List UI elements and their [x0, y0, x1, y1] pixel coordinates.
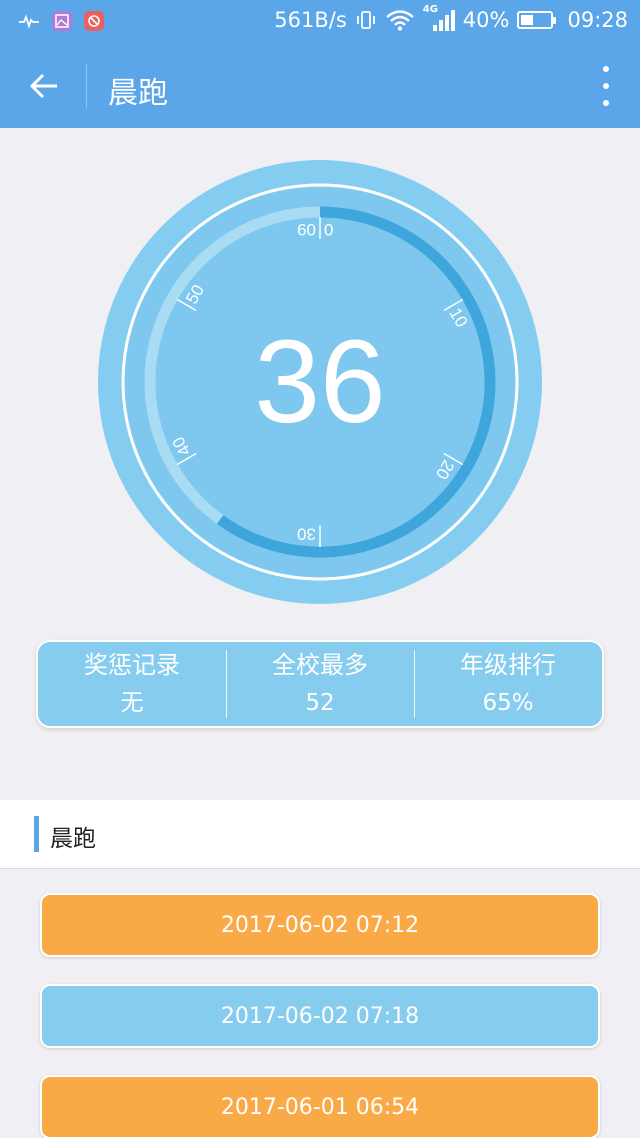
stat-value: 无	[120, 690, 144, 716]
system-status: 561B/s 4G 40% 09:28	[274, 4, 628, 32]
record-item[interactable]: 2017-06-02 07:18	[40, 984, 600, 1048]
record-time: 2017-06-01 06:54	[220, 1094, 420, 1120]
more-menu-button[interactable]	[596, 66, 616, 106]
stat-value: 65%	[482, 690, 534, 716]
gauge-tick-label: 0	[324, 221, 333, 240]
clock: 09:28	[567, 8, 628, 32]
notification-icons	[18, 11, 104, 31]
gallery-app-icon	[52, 11, 72, 31]
section-header: 晨跑	[0, 800, 640, 869]
gauge-value: 36	[254, 316, 385, 448]
stat-label: 全校最多	[272, 651, 368, 679]
record-item[interactable]: 2017-06-01 06:54	[40, 1075, 600, 1138]
battery-icon	[517, 11, 557, 29]
more-vertical-icon	[603, 66, 609, 72]
page-title: 晨跑	[108, 76, 168, 111]
stats-card: 奖惩记录 无 全校最多 52 年级排行 65%	[36, 640, 604, 728]
section-title: 晨跑	[50, 826, 96, 852]
record-time: 2017-06-02 07:12	[220, 912, 420, 938]
vibrate-icon	[356, 11, 375, 29]
stat-label: 年级排行	[460, 651, 556, 679]
status-bar: 561B/s 4G 40% 09:28	[0, 0, 640, 44]
record-item[interactable]: 2017-06-02 07:12	[40, 893, 600, 957]
toolbar-divider	[86, 64, 87, 108]
arrow-left-icon	[29, 73, 57, 99]
record-list: 2017-06-02 07:12 2017-06-02 07:18 2017-0…	[0, 869, 640, 1138]
heartbeat-icon	[19, 14, 39, 29]
stat-reward-punish: 奖惩记录 无	[38, 642, 226, 726]
stat-label: 奖惩记录	[84, 651, 180, 679]
battery-fill	[521, 15, 533, 25]
stat-value: 52	[305, 690, 335, 716]
battery-percent: 40%	[462, 8, 510, 32]
stat-grade-rank: 年级排行 65%	[414, 642, 602, 726]
stat-school-max: 全校最多 52	[226, 642, 414, 726]
back-button[interactable]	[20, 62, 68, 110]
gauge-tick-label: 60	[297, 221, 316, 240]
toolbar: 晨跑	[0, 44, 640, 128]
record-time: 2017-06-02 07:18	[220, 1003, 420, 1029]
run-count-gauge: 0102030405060 36	[98, 160, 542, 604]
signal-icon: 4G	[423, 4, 455, 32]
gauge-tick-label: 30	[297, 525, 316, 544]
net-speed: 561B/s	[274, 8, 347, 32]
red-app-icon	[84, 11, 104, 31]
section-accent-bar	[34, 816, 39, 852]
wifi-icon	[386, 10, 414, 31]
